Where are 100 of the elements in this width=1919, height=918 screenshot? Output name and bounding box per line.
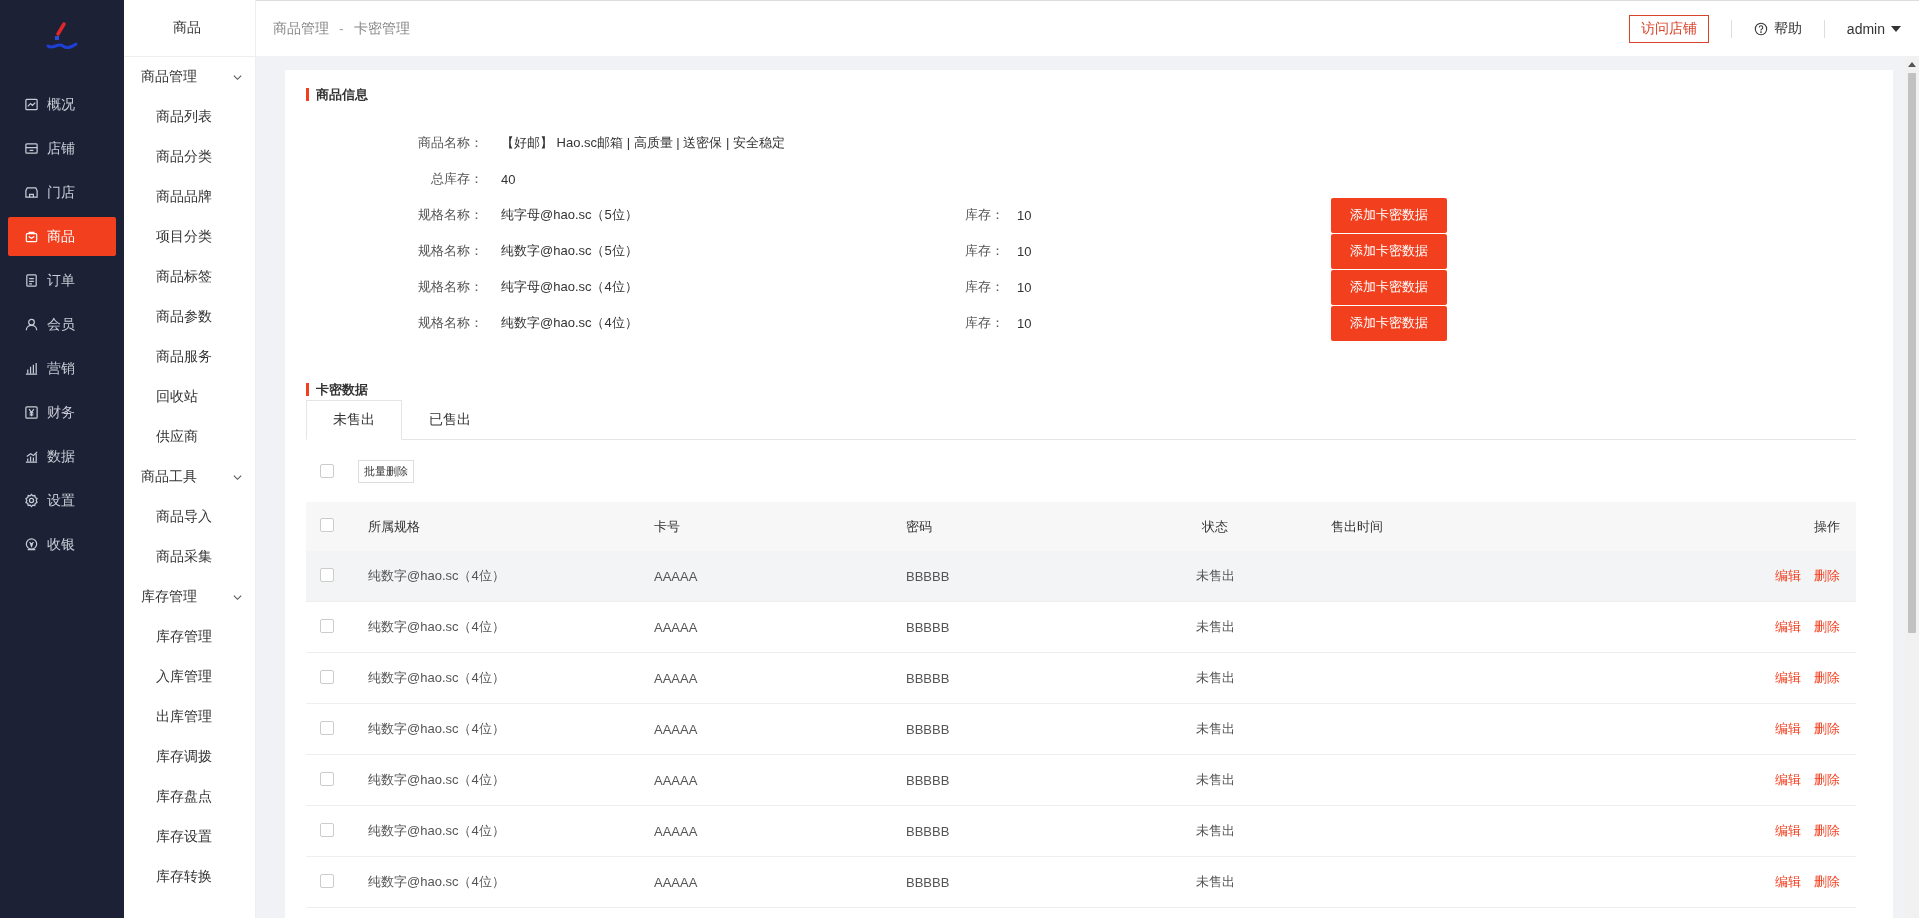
field-label: 规格名称： bbox=[417, 242, 484, 260]
nav-item[interactable]: 设置 bbox=[8, 481, 116, 520]
table-cell: 纯数字@hao.sc（4位） bbox=[368, 670, 505, 685]
submenu-title: 商品 bbox=[172, 19, 202, 37]
submenu-item[interactable]: 商品标签 bbox=[124, 257, 255, 297]
field-label: 库存： bbox=[965, 279, 1004, 294]
submenu-item[interactable]: 入库管理 bbox=[124, 657, 255, 697]
checkbox[interactable] bbox=[320, 567, 334, 582]
action-link[interactable]: 编辑 bbox=[1775, 619, 1801, 634]
field-label: 商品名称： bbox=[417, 134, 484, 152]
scrollbar-thumb[interactable] bbox=[1908, 73, 1916, 633]
breadcrumb-item[interactable]: 商品管理 bbox=[273, 19, 329, 38]
submenu-item[interactable]: 商品品牌 bbox=[124, 177, 255, 217]
batch-delete-button[interactable]: 批量删除 bbox=[358, 459, 414, 483]
checkbox[interactable] bbox=[320, 669, 334, 684]
table-cell: BBBBB bbox=[906, 670, 950, 686]
table-cell: 未售出 bbox=[1195, 874, 1235, 889]
submenu-item[interactable]: 商品列表 bbox=[124, 97, 255, 137]
checkbox[interactable] bbox=[320, 873, 334, 888]
user-menu[interactable]: admin bbox=[1846, 20, 1901, 37]
clipboard-icon bbox=[24, 273, 39, 288]
table-cell: 纯数字@hao.sc（4位） bbox=[368, 568, 505, 583]
field-value: 10 bbox=[1017, 279, 1032, 295]
submenu-item[interactable]: 出库管理 bbox=[124, 697, 255, 737]
table-cell: BBBBB bbox=[906, 568, 950, 584]
checkbox[interactable] bbox=[320, 720, 334, 735]
action-link[interactable]: 删除 bbox=[1814, 568, 1840, 583]
table-cell: BBBBB bbox=[906, 772, 950, 788]
table-cell: 未售出 bbox=[1195, 670, 1235, 685]
action-link[interactable]: 编辑 bbox=[1775, 568, 1801, 583]
add-card-data-button[interactable]: 添加卡密数据 bbox=[1331, 269, 1447, 305]
nav-item[interactable]: 收银 bbox=[8, 525, 116, 564]
column-header: 密码 bbox=[906, 518, 932, 534]
chart-icon bbox=[24, 97, 39, 112]
table-cell: BBBBB bbox=[906, 823, 950, 839]
tab[interactable]: 未售出 bbox=[306, 400, 402, 440]
submenu-item[interactable]: 供应商 bbox=[124, 417, 255, 457]
table-cell: AAAAA bbox=[654, 721, 698, 737]
action-link[interactable]: 删除 bbox=[1814, 721, 1840, 736]
table-cell: 未售出 bbox=[1195, 568, 1235, 583]
field-label: 规格名称： bbox=[417, 314, 484, 332]
action-link[interactable]: 删除 bbox=[1814, 619, 1840, 634]
add-card-data-button[interactable]: 添加卡密数据 bbox=[1331, 233, 1447, 269]
action-link[interactable]: 编辑 bbox=[1775, 721, 1801, 736]
scroll-up-icon[interactable] bbox=[1908, 62, 1916, 67]
nav-item[interactable]: 门店 bbox=[8, 173, 116, 212]
table-cell: AAAAA bbox=[654, 619, 698, 635]
field-label: 库存： bbox=[965, 315, 1004, 330]
help-link[interactable]: 帮助 bbox=[1753, 19, 1802, 38]
submenu-item[interactable]: 项目分类 bbox=[124, 217, 255, 257]
submenu-group[interactable]: 库存管理 bbox=[124, 577, 255, 617]
nav-item[interactable]: 会员 bbox=[8, 305, 116, 344]
data-chart-icon bbox=[24, 449, 39, 464]
action-link[interactable]: 编辑 bbox=[1775, 772, 1801, 787]
table-cell: 纯数字@hao.sc（4位） bbox=[368, 619, 505, 634]
checkbox[interactable] bbox=[320, 518, 334, 532]
submenu-item[interactable]: 商品服务 bbox=[124, 337, 255, 377]
nav-item[interactable]: 概况 bbox=[8, 85, 116, 124]
visit-store-button[interactable]: 访问店铺 bbox=[1628, 14, 1709, 43]
submenu-item[interactable]: 库存调拨 bbox=[124, 737, 255, 777]
action-link[interactable]: 删除 bbox=[1814, 874, 1840, 889]
checkbox[interactable] bbox=[320, 822, 334, 837]
table-cell: 未售出 bbox=[1195, 772, 1235, 787]
table-cell: AAAAA bbox=[654, 823, 698, 839]
nav-item[interactable]: 数据 bbox=[8, 437, 116, 476]
cashier-icon bbox=[24, 537, 39, 552]
submenu-item[interactable]: 商品分类 bbox=[124, 137, 255, 177]
action-link[interactable]: 编辑 bbox=[1775, 823, 1801, 838]
submenu-group[interactable]: 商品工具 bbox=[124, 457, 255, 497]
action-link[interactable]: 编辑 bbox=[1775, 874, 1801, 889]
checkbox[interactable] bbox=[320, 771, 334, 786]
action-link[interactable]: 删除 bbox=[1814, 670, 1840, 685]
breadcrumb-separator: - bbox=[339, 20, 344, 37]
checkbox[interactable] bbox=[320, 464, 334, 478]
submenu-item[interactable]: 商品采集 bbox=[124, 537, 255, 577]
tab[interactable]: 已售出 bbox=[402, 400, 498, 440]
add-card-data-button[interactable]: 添加卡密数据 bbox=[1331, 305, 1447, 341]
table-cell: AAAAA bbox=[654, 874, 698, 890]
submenu-item[interactable]: 商品导入 bbox=[124, 497, 255, 537]
nav-item[interactable]: 商品 bbox=[8, 217, 116, 256]
action-link[interactable]: 编辑 bbox=[1775, 670, 1801, 685]
submenu-item[interactable]: 库存盘点 bbox=[124, 777, 255, 817]
add-card-data-button[interactable]: 添加卡密数据 bbox=[1331, 197, 1447, 233]
yen-icon bbox=[24, 405, 39, 420]
nav-item[interactable]: 财务 bbox=[8, 393, 116, 432]
nav-item[interactable]: 店铺 bbox=[8, 129, 116, 168]
submenu-item[interactable]: 库存转换 bbox=[124, 857, 255, 897]
column-header: 操作 bbox=[1814, 518, 1840, 534]
submenu-item[interactable]: 商品参数 bbox=[124, 297, 255, 337]
nav-item[interactable]: 营销 bbox=[8, 349, 116, 388]
checkbox[interactable] bbox=[320, 618, 334, 633]
nav-item[interactable]: 订单 bbox=[8, 261, 116, 300]
breadcrumb-item[interactable]: 卡密管理 bbox=[353, 19, 410, 38]
submenu-item[interactable]: 库存管理 bbox=[124, 617, 255, 657]
submenu-item[interactable]: 库存设置 bbox=[124, 817, 255, 857]
action-link[interactable]: 删除 bbox=[1814, 772, 1840, 787]
action-link[interactable]: 删除 bbox=[1814, 823, 1840, 838]
submenu-item[interactable]: 回收站 bbox=[124, 377, 255, 417]
submenu-group[interactable]: 商品管理 bbox=[124, 57, 255, 97]
table-cell: 纯数字@hao.sc（4位） bbox=[368, 823, 505, 838]
